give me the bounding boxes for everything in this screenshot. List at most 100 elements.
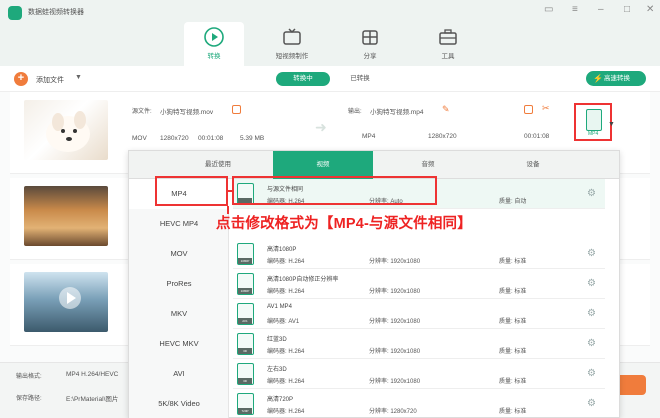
source-format: MOV <box>132 135 147 142</box>
source-size: 5.39 MB <box>240 135 265 142</box>
tab-share[interactable]: 分享 <box>340 22 400 66</box>
tab-convert[interactable]: 转换 <box>184 22 244 66</box>
format-select-button[interactable]: MP4 <box>574 103 612 141</box>
add-file-icon[interactable]: + <box>14 72 28 86</box>
maximize-icon[interactable]: □ <box>624 4 630 15</box>
chat-icon[interactable]: ▭ <box>544 4 553 15</box>
output-filename: 小狗特写视频.mp4 <box>370 109 424 116</box>
preset-name: AV1 MP4 <box>267 304 292 310</box>
format-mkv[interactable]: MKV <box>129 299 229 329</box>
tab-short-video[interactable]: 短视频制作 <box>262 22 322 66</box>
chevron-down-icon[interactable]: ▼ <box>75 74 82 81</box>
list-item[interactable]: 3D 左右3D 编码器: H.264 分辨率: 1920x1080 质量: 标准… <box>233 359 605 389</box>
list-item[interactable]: 1080P 高清1080P 编码器: H.264 分辨率: 1920x1080 … <box>233 239 605 269</box>
gear-icon[interactable]: ⚙ <box>587 278 596 289</box>
gear-icon[interactable]: ⚙ <box>587 368 596 379</box>
preset-name: 高清1080P自动修正分辨率 <box>267 277 339 283</box>
tab-video[interactable]: 视频 <box>273 151 373 179</box>
title-bar: 数据蛙视频转换器 ▭ ≡ – □ ✕ 转换 短视频制作 分享 工具 <box>0 0 660 66</box>
toolbox-icon <box>439 29 457 45</box>
tab-label: 短视频制作 <box>275 53 309 60</box>
preset-encoder: 编码器: H.264 <box>267 409 305 415</box>
lightning-icon: ⚡ <box>593 74 603 83</box>
output-label: 输出: <box>348 109 362 115</box>
save-path-label: 保存路径: <box>16 396 42 402</box>
tab-converting[interactable]: 转换中 <box>276 72 330 86</box>
preset-quality: 质量: 标准 <box>499 409 527 415</box>
preset-quality: 质量: 标准 <box>499 259 527 265</box>
gear-icon[interactable]: ⚙ <box>587 338 596 349</box>
arrow-right-icon: ➜ <box>315 119 327 135</box>
video-file-icon: 3D <box>237 333 254 355</box>
info-icon[interactable] <box>232 105 241 114</box>
save-path-value[interactable]: E:\PrMaterial\图片 <box>66 393 118 403</box>
list-item[interactable]: 720P 高清720P 编码器: H.264 分辨率: 1280x720 质量:… <box>233 389 605 418</box>
format-mov[interactable]: MOV <box>129 239 229 269</box>
minimize-icon[interactable]: – <box>598 4 604 15</box>
convert-icon <box>204 27 224 47</box>
preset-quality: 质量: 标准 <box>499 289 527 295</box>
video-file-icon: 720P <box>237 393 254 415</box>
tab-device[interactable]: 设备 <box>483 151 583 179</box>
list-item[interactable]: AV1 AV1 MP4 编码器: AV1 分辨率: 1920x1080 质量: … <box>233 299 605 329</box>
preset-resolution: 分辨率: 1920x1080 <box>369 349 421 355</box>
tab-audio[interactable]: 音频 <box>373 151 483 179</box>
preset-quality: 质量: 标准 <box>499 379 527 385</box>
video-thumbnail[interactable] <box>24 272 108 332</box>
high-speed-convert-button[interactable]: ⚡ 高速转换 <box>586 71 646 86</box>
format-badge: MP4 <box>588 131 599 137</box>
preset-resolution: 分辨率: 1280x720 <box>369 409 417 415</box>
source-label: 源文件: <box>132 109 152 115</box>
connector-line <box>228 190 234 192</box>
dog-image <box>46 111 90 152</box>
chevron-down-icon[interactable]: ▼ <box>608 121 615 128</box>
gear-icon[interactable]: ⚙ <box>587 398 596 409</box>
play-icon <box>59 287 81 309</box>
tab-label: 工具 <box>441 53 455 60</box>
convert-all-button[interactable] <box>616 375 646 395</box>
video-thumbnail[interactable] <box>24 100 108 160</box>
tab-converted[interactable]: 已转换 <box>340 72 380 86</box>
preset-quality: 质量: 标准 <box>499 319 527 325</box>
format-hevc-mkv[interactable]: HEVC MKV <box>129 329 229 359</box>
preset-resolution: 分辨率: 1920x1080 <box>369 289 421 295</box>
format-5k-8k-video[interactable]: 5K/8K Video <box>129 389 229 418</box>
ids-icon[interactable] <box>524 105 533 114</box>
format-hevc-mp4[interactable]: HEVC MP4 <box>129 209 229 239</box>
source-duration: 00:01:08 <box>198 135 224 142</box>
preset-encoder: 编码器: H.264 <box>267 259 305 265</box>
add-file-button[interactable]: 添加文件 <box>36 75 64 85</box>
preset-resolution: 分辨率: 1920x1080 <box>369 379 421 385</box>
preset-encoder: 编码器: AV1 <box>267 319 300 325</box>
gear-icon[interactable]: ⚙ <box>587 188 596 199</box>
format-prores[interactable]: ProRes <box>129 269 229 299</box>
format-icon <box>586 109 602 131</box>
preset-name: 高清1080P <box>267 247 297 253</box>
output-format-value[interactable]: MP4 H.264/HEVC <box>66 371 118 378</box>
edit-icon[interactable]: ✎ <box>442 104 450 115</box>
highlight-same-as-source <box>232 176 437 205</box>
preset-quality: 质量: 自动 <box>499 199 527 205</box>
instruction-annotation: 点击修改格式为【MP4-与源文件相同】 <box>216 216 472 232</box>
video-thumbnail[interactable] <box>24 186 108 246</box>
cut-icon[interactable]: ✂ <box>542 103 550 114</box>
preset-encoder: 编码器: H.264 <box>267 379 305 385</box>
menu-icon[interactable]: ≡ <box>572 4 578 15</box>
speed-label: 高速转换 <box>604 75 630 82</box>
preset-resolution: 分辨率: 1920x1080 <box>369 259 421 265</box>
source-filename: 小狗特写视频.mov <box>160 109 214 116</box>
tab-tools[interactable]: 工具 <box>418 22 478 66</box>
format-avi[interactable]: AVI <box>129 359 229 389</box>
list-item[interactable]: 3D 红蓝3D 编码器: H.264 分辨率: 1920x1080 质量: 标准… <box>233 329 605 359</box>
video-file-icon: 3D <box>237 363 254 385</box>
close-icon[interactable]: ✕ <box>646 4 654 15</box>
gear-icon[interactable]: ⚙ <box>587 308 596 319</box>
preset-encoder: 编码器: H.264 <box>267 349 305 355</box>
output-format-label: 输出格式: <box>16 374 42 380</box>
gear-icon[interactable]: ⚙ <box>587 248 596 259</box>
format-sidebar: MP4 HEVC MP4 MOV ProRes MKV HEVC MKV AVI… <box>129 179 229 418</box>
highlight-format-mp4 <box>155 176 228 206</box>
output-duration: 00:01:08 <box>524 133 550 140</box>
panel-tabs: 最近使用 视频 音频 设备 <box>129 151 619 179</box>
list-item[interactable]: 1080P 高清1080P自动修正分辨率 编码器: H.264 分辨率: 192… <box>233 269 605 299</box>
